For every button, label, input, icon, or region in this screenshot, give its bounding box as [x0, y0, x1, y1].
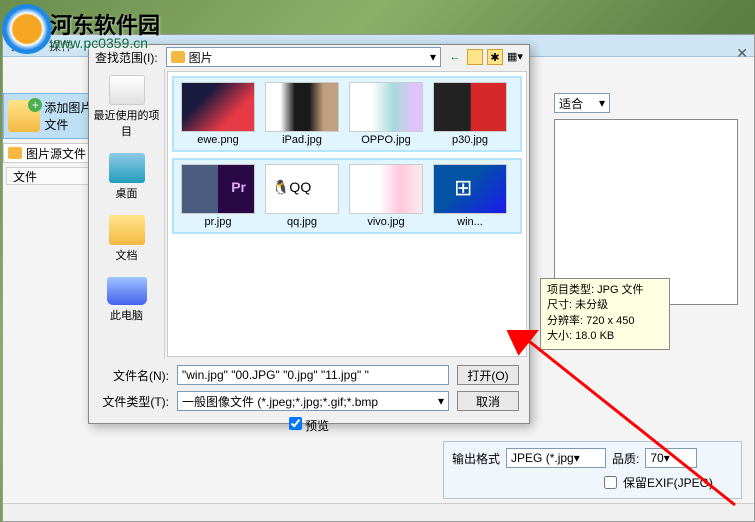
- filetype-value: 一般图像文件 (*.jpeg;*.jpg;*.gif;*.bmp: [182, 393, 378, 410]
- chevron-down-icon: ▾: [430, 50, 436, 64]
- lookin-label: 查找范围(I):: [95, 49, 158, 66]
- thumb-label: vivo.jpg: [346, 216, 426, 228]
- preview-checkbox-label: 预览: [305, 419, 329, 433]
- watermark-logo: [2, 4, 52, 54]
- pc-icon: [107, 277, 147, 305]
- display-mode-value: 适合: [559, 95, 583, 112]
- tooltip-line: 大小: 18.0 KB: [547, 329, 663, 344]
- thumb-image: [433, 164, 507, 214]
- folder-plus-icon: [8, 100, 40, 132]
- thumb-item[interactable]: qq.jpg: [262, 164, 342, 228]
- thumb-selection-row: pr.jpg qq.jpg vivo.jpg win...: [172, 158, 522, 234]
- lookin-value: 图片: [189, 49, 213, 66]
- exif-checkbox[interactable]: [604, 476, 617, 489]
- thumb-image: [181, 164, 255, 214]
- thumb-item[interactable]: pr.jpg: [178, 164, 258, 228]
- thumb-image: [265, 164, 339, 214]
- thumb-label: ewe.png: [178, 134, 258, 146]
- thumb-selection-row: ewe.png iPad.jpg OPPO.jpg p30.jpg: [172, 76, 522, 152]
- places-bar: 最近使用的项目 桌面 文档 此电脑: [89, 69, 165, 359]
- tooltip-line: 分辨率: 720 x 450: [547, 314, 663, 329]
- thumb-label: OPPO.jpg: [346, 134, 426, 146]
- thumb-image: [433, 82, 507, 132]
- thumb-image: [181, 82, 255, 132]
- new-folder-icon[interactable]: ✱: [487, 49, 503, 65]
- thumb-label: iPad.jpg: [262, 134, 342, 146]
- quality-value: 70: [650, 451, 663, 465]
- folder-icon: [171, 51, 185, 63]
- close-icon[interactable]: ✕: [736, 45, 748, 62]
- thumb-image: [265, 82, 339, 132]
- file-col-label: 文件: [13, 170, 37, 184]
- watermark-url: www.pc0359.cn: [50, 35, 148, 51]
- place-recent[interactable]: 最近使用的项目: [89, 75, 164, 139]
- folder-icon: [8, 147, 22, 159]
- output-format-label: 输出格式: [452, 450, 500, 467]
- thumb-item[interactable]: OPPO.jpg: [346, 82, 426, 146]
- thumb-item[interactable]: iPad.jpg: [262, 82, 342, 146]
- status-bar: [3, 503, 754, 521]
- chevron-down-icon: ▾: [438, 394, 444, 408]
- output-format-select[interactable]: JPEG (*.jpg▾: [506, 448, 606, 468]
- file-thumbs-area[interactable]: ewe.png iPad.jpg OPPO.jpg p30.jpg pr.jpg…: [167, 71, 527, 357]
- thumb-label: win...: [430, 216, 510, 228]
- thumb-image: [349, 82, 423, 132]
- tab-source-label: 图片源文件: [26, 145, 86, 162]
- thumb-item[interactable]: p30.jpg: [430, 82, 510, 146]
- place-thispc[interactable]: 此电脑: [107, 277, 147, 323]
- filetype-label: 文件类型(T):: [99, 393, 169, 410]
- up-icon[interactable]: [467, 49, 483, 65]
- thumb-label: pr.jpg: [178, 216, 258, 228]
- output-format-value: JPEG (*.jpg: [511, 451, 574, 465]
- thumb-item[interactable]: win...: [430, 164, 510, 228]
- documents-icon: [109, 215, 145, 245]
- place-thispc-label: 此电脑: [107, 307, 147, 323]
- thumb-label: qq.jpg: [262, 216, 342, 228]
- file-open-dialog: 查找范围(I): 图片 ▾ ← ✱ ▦▾ 最近使用的项目 桌面 文档: [88, 44, 530, 424]
- cancel-button[interactable]: 取消: [457, 391, 519, 411]
- desktop-icon: [109, 153, 145, 183]
- thumb-item[interactable]: vivo.jpg: [346, 164, 426, 228]
- exif-label: 保留EXIF(JPEG): [623, 474, 713, 491]
- quality-label: 品质:: [612, 450, 639, 467]
- open-button[interactable]: 打开(O): [457, 365, 519, 385]
- place-recent-label: 最近使用的项目: [89, 107, 164, 139]
- quality-select[interactable]: 70▾: [645, 448, 697, 468]
- filename-label: 文件名(N):: [99, 367, 169, 384]
- file-tooltip: 项目类型: JPG 文件 尺寸: 未分级 分辨率: 720 x 450 大小: …: [540, 278, 670, 350]
- place-documents[interactable]: 文档: [109, 215, 145, 263]
- tooltip-line: 项目类型: JPG 文件: [547, 283, 663, 298]
- back-icon[interactable]: ←: [447, 49, 463, 65]
- output-settings-panel: 输出格式 JPEG (*.jpg▾ 品质: 70▾ 保留EXIF(JPEG): [443, 441, 742, 499]
- filetype-select[interactable]: 一般图像文件 (*.jpeg;*.jpg;*.gif;*.bmp ▾: [177, 391, 449, 411]
- display-mode-select[interactable]: 适合 ▾: [554, 93, 610, 113]
- dialog-toolbar: 查找范围(I): 图片 ▾ ← ✱ ▦▾: [89, 45, 529, 69]
- place-documents-label: 文档: [109, 247, 145, 263]
- place-desktop[interactable]: 桌面: [109, 153, 145, 201]
- lookin-select[interactable]: 图片 ▾: [166, 47, 441, 67]
- preview-checkbox[interactable]: [289, 417, 302, 430]
- chevron-down-icon: ▾: [599, 96, 605, 110]
- recent-icon: [109, 75, 145, 105]
- thumb-item[interactable]: ewe.png: [178, 82, 258, 146]
- place-desktop-label: 桌面: [109, 185, 145, 201]
- thumb-image: [349, 164, 423, 214]
- thumb-label: p30.jpg: [430, 134, 510, 146]
- preview-panel: 适合 ▾: [554, 93, 742, 305]
- view-menu-icon[interactable]: ▦▾: [507, 49, 523, 65]
- tooltip-line: 尺寸: 未分级: [547, 298, 663, 313]
- filename-input[interactable]: [177, 365, 449, 385]
